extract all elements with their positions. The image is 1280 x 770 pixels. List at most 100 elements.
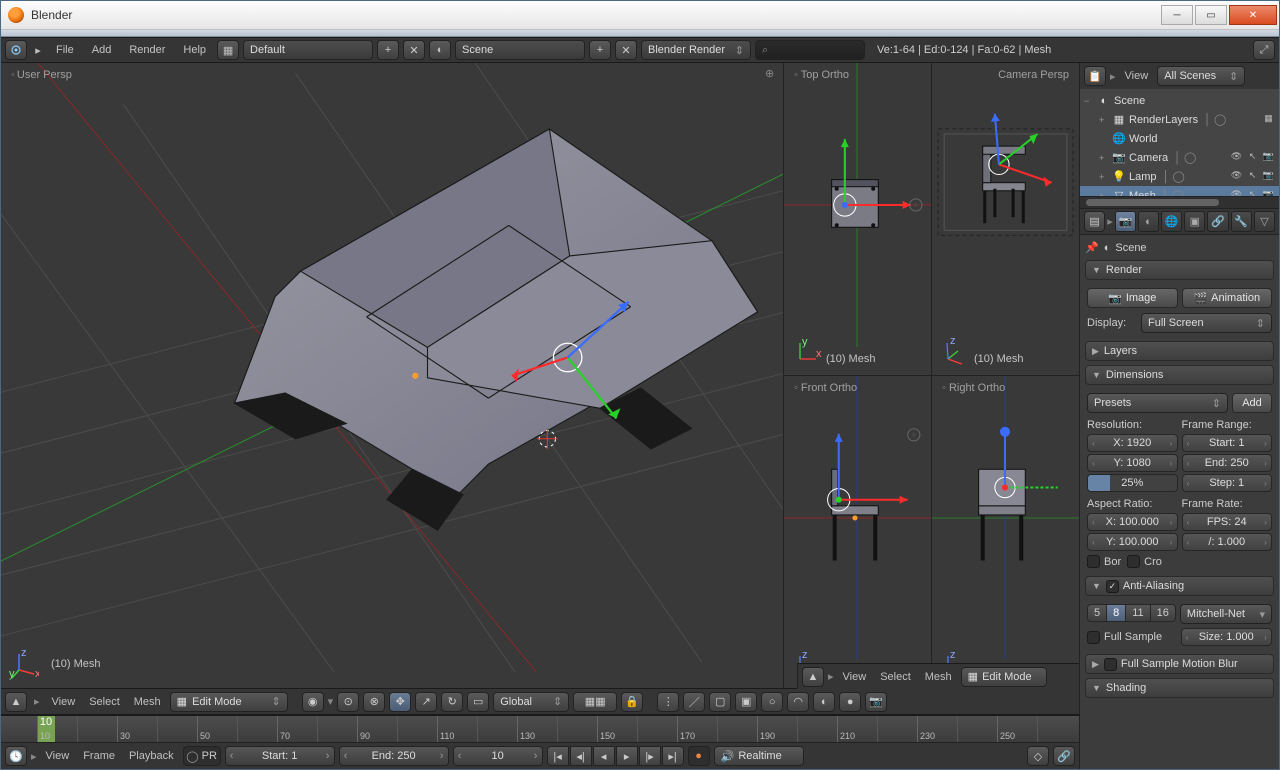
preset-add-button[interactable]: Add: [1232, 393, 1272, 413]
search-field[interactable]: ⌕: [755, 40, 865, 60]
back-to-previous-icon[interactable]: ⤢: [1253, 40, 1275, 60]
menu-view[interactable]: View: [47, 694, 81, 710]
menu-frame[interactable]: Frame: [78, 748, 120, 764]
manip-rotate-icon[interactable]: ↻: [441, 692, 463, 712]
aa-sample-16[interactable]: 16: [1150, 604, 1176, 622]
res-pct-slider[interactable]: 25%: [1087, 474, 1178, 492]
panel-dimensions-header[interactable]: ▼Dimensions: [1085, 365, 1274, 385]
collapse-toggle-icon[interactable]: ▸: [31, 40, 45, 60]
outliner-filter-dropdown[interactable]: All Scenes⇕: [1157, 66, 1245, 86]
fps-field[interactable]: ‹FPS: 24›: [1182, 513, 1273, 531]
viewport-top-ortho[interactable]: ◦ Top Ortho: [784, 63, 932, 376]
keyframe-prev-icon[interactable]: ◂|: [570, 746, 592, 766]
add-screen-button[interactable]: +: [377, 40, 399, 60]
frame-end-field[interactable]: ‹End: 250›: [1182, 454, 1273, 472]
pivot-toggle-icon[interactable]: ⊗: [363, 692, 385, 712]
tab-constraints-icon[interactable]: 🔗: [1207, 211, 1228, 232]
editor-type-icon[interactable]: 🕓: [5, 746, 27, 766]
tree-row[interactable]: +▽Mesh│ ◯👁↖📷: [1080, 186, 1279, 196]
border-toggle[interactable]: Bor: [1087, 555, 1121, 568]
editor-type-icon[interactable]: ▲: [5, 692, 27, 712]
jump-end-icon[interactable]: ▸|: [662, 746, 684, 766]
tree-row[interactable]: +▦RenderLayers│ ◯▦: [1080, 110, 1279, 129]
frame-start-field[interactable]: ‹Start: 1›: [225, 746, 335, 766]
minimize-button[interactable]: ─: [1161, 5, 1193, 25]
aa-sample-8[interactable]: 8: [1106, 604, 1125, 622]
tab-data-icon[interactable]: ▽: [1254, 211, 1275, 232]
limit-visible-icon[interactable]: ▣: [735, 692, 757, 712]
frame-start-field[interactable]: ‹Start: 1›: [1182, 434, 1273, 452]
aa-filter-dropdown[interactable]: Mitchell-Net▾: [1180, 604, 1272, 624]
restrict-sel-icon[interactable]: ↖: [1246, 151, 1259, 164]
viewport-camera-persp[interactable]: Camera Persp: [932, 63, 1079, 376]
render-engine-dropdown[interactable]: Blender Render⇕: [641, 40, 751, 60]
manip-scale-icon[interactable]: ▭: [467, 692, 489, 712]
editor-type-icon[interactable]: [5, 40, 27, 60]
auto-keyframe-toggle[interactable]: ●: [688, 746, 710, 766]
restrict-eye-icon[interactable]: 👁: [1230, 189, 1243, 196]
presets-dropdown[interactable]: Presets⇕: [1087, 393, 1228, 413]
maximize-button[interactable]: ▭: [1195, 5, 1227, 25]
play-icon[interactable]: ▸: [616, 746, 638, 766]
aa-enable-toggle[interactable]: [1106, 580, 1119, 593]
outliner-tree[interactable]: −◐Scene+▦RenderLayers│ ◯▦🌐World+📷Camera│…: [1080, 89, 1279, 196]
tab-object-icon[interactable]: ▣: [1184, 211, 1205, 232]
current-frame-field[interactable]: ‹10›: [453, 746, 543, 766]
viewport-user-persp[interactable]: ⊕ ◦User Persp: [1, 63, 784, 688]
tree-row[interactable]: 🌐World: [1080, 129, 1279, 148]
menu-help[interactable]: Help: [176, 41, 213, 59]
manip-translate-icon[interactable]: ↗: [415, 692, 437, 712]
screen-browse-icon[interactable]: ▦: [217, 40, 239, 60]
mode-dropdown[interactable]: ▦Edit Mode⇕: [170, 692, 288, 712]
delete-screen-button[interactable]: ✕: [403, 40, 425, 60]
panel-motion-blur-header[interactable]: ▶Full Sample Motion Blur: [1085, 654, 1274, 674]
layers-lock-icon[interactable]: 🔒: [621, 692, 643, 712]
tab-world-icon[interactable]: 🌐: [1161, 211, 1182, 232]
orientation-dropdown[interactable]: Global⇕: [493, 692, 569, 712]
falloff-icon[interactable]: ◠: [787, 692, 809, 712]
manipulator-toggle-icon[interactable]: ✥: [389, 692, 411, 712]
crop-toggle[interactable]: Cro: [1127, 555, 1162, 568]
scene-field[interactable]: Scene: [455, 40, 585, 60]
render-image-button[interactable]: 📷 Image: [1087, 288, 1178, 308]
editor-type-icon[interactable]: ▤: [1084, 211, 1105, 232]
editor-type-icon[interactable]: 📋: [1084, 66, 1106, 86]
render-animation-button[interactable]: 🎬 Animation: [1182, 288, 1273, 308]
mode-dropdown[interactable]: ▦Edit Mode: [961, 667, 1047, 687]
restrict-sel-icon[interactable]: ↖: [1246, 189, 1259, 196]
snap-target-icon[interactable]: ●: [839, 692, 861, 712]
aa-size-field[interactable]: ‹Size: 1.000›: [1181, 628, 1273, 646]
restrict-ren-icon[interactable]: 📷: [1262, 189, 1275, 196]
aa-samples-segment[interactable]: 581116: [1087, 604, 1176, 624]
pin-icon[interactable]: 📌: [1085, 241, 1099, 254]
shading-dropdown-icon[interactable]: ◉: [302, 692, 324, 712]
tab-render-icon[interactable]: 📷: [1115, 211, 1136, 232]
aspect-y-field[interactable]: ‹Y: 100.000›: [1087, 533, 1178, 551]
tree-row[interactable]: +💡Lamp│ ◯👁↖📷: [1080, 167, 1279, 186]
timeline-ruler[interactable]: 10 1030507090110130150170190210230250: [1, 716, 1079, 743]
menu-view[interactable]: View: [838, 669, 872, 685]
restrict-eye-icon[interactable]: 👁: [1230, 151, 1243, 164]
res-x-field[interactable]: ‹X: 1920›: [1087, 434, 1178, 452]
display-mode-dropdown[interactable]: Full Screen⇕: [1141, 313, 1272, 333]
proportional-edit-icon[interactable]: ○: [761, 692, 783, 712]
restrict-sel-icon[interactable]: ↖: [1246, 170, 1259, 183]
restrict-img-icon[interactable]: ▦: [1262, 113, 1275, 126]
menu-render[interactable]: Render: [122, 41, 172, 59]
aa-sample-5[interactable]: 5: [1087, 604, 1106, 622]
menu-select[interactable]: Select: [84, 694, 125, 710]
menu-mesh[interactable]: Mesh: [920, 669, 957, 685]
sync-mode-dropdown[interactable]: 🔊Realtime: [714, 746, 804, 766]
panel-render-header[interactable]: ▼Render: [1085, 260, 1274, 280]
res-y-field[interactable]: ‹Y: 1080›: [1087, 454, 1178, 472]
bind-icon[interactable]: 🔗: [1053, 746, 1075, 766]
frame-end-field[interactable]: ‹End: 250›: [339, 746, 449, 766]
menu-mesh[interactable]: Mesh: [129, 694, 166, 710]
preview-range-toggle[interactable]: ◯ PR: [183, 746, 221, 766]
jump-start-icon[interactable]: |◂: [547, 746, 569, 766]
panel-layers-header[interactable]: ▶Layers: [1085, 341, 1274, 361]
restrict-eye-icon[interactable]: 👁: [1230, 170, 1243, 183]
delete-scene-button[interactable]: ✕: [615, 40, 637, 60]
select-vertex-icon[interactable]: ⋮: [657, 692, 679, 712]
outliner-scrollbar[interactable]: [1080, 196, 1279, 208]
